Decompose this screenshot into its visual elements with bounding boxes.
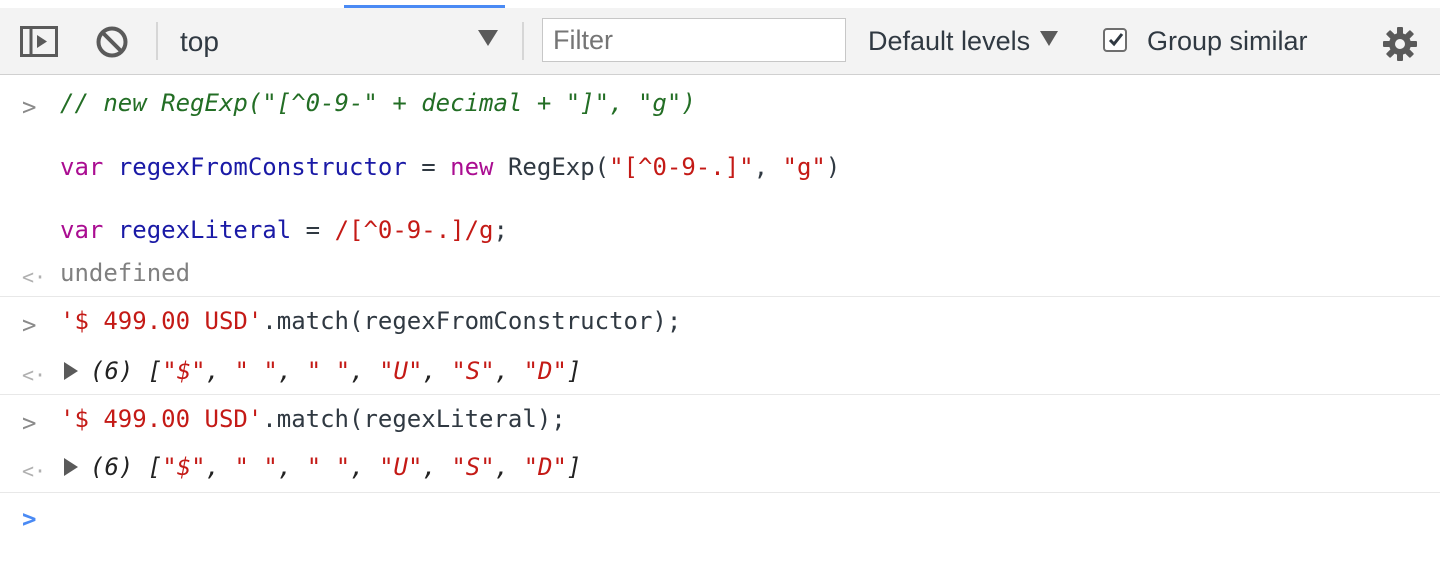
expand-triangle-icon[interactable]	[64, 362, 78, 380]
keyword-var: var	[60, 216, 104, 244]
array-item: " "	[234, 357, 278, 385]
input-prompt-icon: >	[22, 409, 37, 437]
keyword-var: var	[60, 153, 104, 181]
regex-literal: /[^0-9-.]/g	[334, 216, 494, 244]
array-open: [	[133, 357, 163, 385]
string-literal: "[^0-9-.]"	[609, 153, 754, 181]
code-line-literal: var regexLiteral = /[^0-9-.]/g;	[60, 216, 508, 244]
console-toolbar: top Default levels Group similar	[0, 8, 1440, 75]
gear-icon	[1383, 27, 1417, 61]
array-item: "U"	[379, 357, 423, 385]
keyword-new: new	[450, 153, 494, 181]
operator-assign: =	[406, 153, 451, 181]
toolbar-divider	[156, 22, 158, 60]
constructor-call: RegExp(	[493, 153, 610, 181]
variable-name: regexLiteral	[117, 216, 292, 244]
console-output: > // new RegExp("[^0-9-" + decimal + "]"…	[0, 75, 1440, 582]
log-levels-dropdown[interactable]: Default levels	[868, 26, 1059, 58]
array-count: (6)	[90, 453, 134, 481]
clear-console-icon	[96, 26, 128, 58]
array-count: (6)	[90, 357, 134, 385]
result-arrow-icon: <·	[22, 363, 47, 387]
result-arrow-icon: <·	[22, 459, 47, 483]
semicolon: ;	[493, 216, 508, 244]
input-prompt-icon: >	[22, 311, 37, 339]
string-literal: "g"	[782, 153, 826, 181]
string-literal: '$ 499.00 USD'	[60, 405, 263, 433]
array-item: "S"	[451, 453, 495, 481]
string-literal: '$ 499.00 USD'	[60, 307, 263, 335]
message-divider	[0, 492, 1440, 493]
levels-label: Default levels	[868, 26, 1031, 56]
code-line-match-literal: '$ 499.00 USD'.match(regexLiteral);	[60, 405, 566, 433]
dropdown-caret-icon	[478, 30, 498, 46]
window-top-strip	[0, 0, 1440, 6]
sidebar-toggle-icon	[20, 26, 58, 57]
code-line-constructor: var regexFromConstructor = new RegExp("[…	[60, 153, 840, 181]
clear-console-button[interactable]	[94, 25, 130, 59]
array-close: ]	[566, 357, 582, 385]
console-input[interactable]	[60, 499, 1420, 539]
toolbar-divider	[522, 22, 524, 60]
comma: ,	[753, 153, 783, 181]
result-value: undefined	[60, 259, 191, 287]
message-divider	[0, 394, 1440, 395]
expand-triangle-icon[interactable]	[64, 458, 78, 476]
checkbox-check-icon	[1108, 33, 1124, 47]
code-line-match-constructor: '$ 499.00 USD'.match(regexFromConstructo…	[60, 307, 681, 335]
array-item: "U"	[379, 453, 423, 481]
method-call: .match(regexLiteral);	[262, 405, 566, 433]
group-similar-label: Group similar	[1147, 26, 1308, 56]
array-result[interactable]: (6) ["$", " ", " ", "U", "S", "D"]	[90, 453, 581, 481]
method-call: .match(regexFromConstructor);	[262, 307, 682, 335]
array-close: ]	[566, 453, 582, 481]
array-item: "D"	[523, 357, 567, 385]
context-label: top	[180, 26, 219, 57]
array-item: "D"	[523, 453, 567, 481]
array-item: " "	[306, 357, 351, 385]
filter-input[interactable]	[542, 18, 846, 62]
close-paren: )	[825, 153, 841, 181]
array-item: "$"	[162, 453, 206, 481]
operator-assign: =	[291, 216, 335, 244]
console-settings-button[interactable]	[1382, 26, 1418, 62]
result-arrow-icon: <·	[22, 265, 47, 289]
active-prompt-icon: >	[22, 505, 37, 533]
array-item: "S"	[451, 357, 495, 385]
input-prompt-icon: >	[22, 93, 37, 121]
array-item: "$"	[162, 357, 206, 385]
message-divider	[0, 296, 1440, 297]
execution-context-select[interactable]: top	[168, 18, 506, 64]
array-item: " "	[234, 453, 278, 481]
group-similar-checkbox[interactable]	[1103, 28, 1127, 52]
dropdown-caret-icon	[1040, 31, 1059, 46]
array-open: [	[133, 453, 163, 481]
array-item: " "	[306, 453, 351, 481]
code-comment: // new RegExp("[^0-9-" + decimal + "]", …	[60, 89, 696, 117]
show-sidebar-button[interactable]	[20, 26, 60, 58]
variable-name: regexFromConstructor	[117, 153, 407, 181]
array-result[interactable]: (6) ["$", " ", " ", "U", "S", "D"]	[90, 357, 581, 385]
